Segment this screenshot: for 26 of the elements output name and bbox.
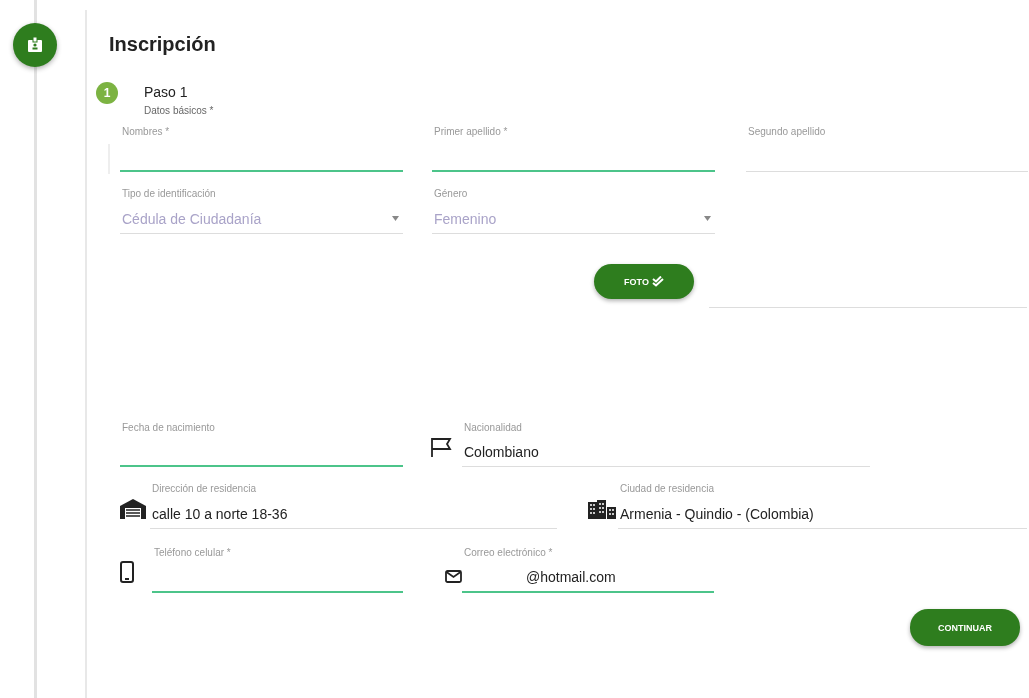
double-check-icon xyxy=(651,276,664,287)
phone-icon xyxy=(120,561,134,583)
select-field[interactable]: Tipo de identificación Cédula de Ciudadanía xyxy=(120,186,403,234)
input-field[interactable]: Nacionalidad Colombiano xyxy=(462,420,870,467)
envelope-icon xyxy=(445,570,462,583)
garage-icon xyxy=(120,499,146,519)
caret-icon xyxy=(704,216,711,221)
input-field[interactable]: Segundo apellido xyxy=(746,124,1028,172)
continue-button[interactable]: CONTINUAR xyxy=(910,609,1020,646)
step-number-badge: 1 xyxy=(96,82,118,104)
flag-icon xyxy=(430,437,452,457)
step-subtitle: Datos básicos * xyxy=(144,105,214,116)
step-title: Paso 1 xyxy=(144,84,189,100)
input-field[interactable]: Nombres * xyxy=(120,124,403,172)
badge-icon xyxy=(13,23,57,67)
input-field[interactable]: Fecha de nacimiento xyxy=(120,420,403,467)
input-field[interactable]: Correo electrónico * @hotmail.com xyxy=(462,545,714,593)
input-field[interactable]: Dirección de residencia calle 10 a norte 18-36 xyxy=(150,481,557,529)
select-field[interactable]: Género Femenino xyxy=(432,186,715,234)
input-field[interactable]: Ciudad de residencia Armenia - Quindio - (Colombia) xyxy=(618,481,1027,529)
input-field[interactable]: Teléfono celular * xyxy=(152,545,403,593)
buildings-icon xyxy=(588,500,616,519)
photo-button[interactable]: FOTO xyxy=(594,264,694,299)
input-field[interactable]: Primer apellido * xyxy=(432,124,715,172)
caret-icon xyxy=(392,216,399,221)
page-title: Inscripción xyxy=(109,32,217,56)
